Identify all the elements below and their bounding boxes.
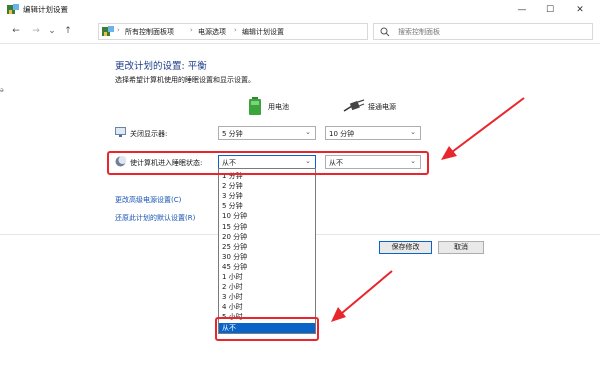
dropdown-option[interactable]: 4 小时 [219,302,315,312]
battery-column-label: 用电池 [268,103,289,111]
breadcrumb-separator: › [117,26,120,34]
display-off-battery-value: 5 分钟 [222,130,243,138]
dropdown-option[interactable]: 2 分钟 [219,181,315,191]
maximize-button[interactable]: ☐ [536,2,564,18]
dropdown-option[interactable]: 5 分钟 [219,201,315,211]
annotation-arrow-line [451,97,525,153]
plugged-in-column-label: 接通电源 [368,103,396,111]
navigation-bar: ← → ⌄ ↑ › 所有控制面板项 › 电源选项 › 编辑计划设置 ⌄ ↻ 搜索… [0,20,600,44]
title-bar: 编辑计划设置 — ☐ ✕ [0,0,600,20]
breadcrumb-all-control-panel-items[interactable]: 所有控制面板项 [125,27,174,37]
advanced-power-settings-link[interactable]: 更改高级电源设置(C) [115,195,181,205]
chevron-down-icon: ⌄ [410,128,416,136]
breadcrumb-separator: › [190,26,193,34]
display-off-battery-select[interactable]: 5 分钟 ⌄ [218,126,316,140]
up-arrow-icon[interactable]: ↑ [62,25,74,37]
back-arrow-icon[interactable]: ← [10,25,22,37]
minimize-button[interactable]: — [508,2,536,18]
window-title: 编辑计划设置 [23,5,68,14]
dropdown-option[interactable]: 30 分钟 [219,252,315,262]
breadcrumb-separator: › [234,26,237,34]
highlight-box-never-option [215,317,319,341]
power-options-icon [7,4,19,14]
search-box[interactable]: 搜索控制面板 [373,23,593,40]
dropdown-option[interactable]: 1 小时 [219,272,315,282]
dropdown-option[interactable]: 25 分钟 [219,242,315,252]
display-off-plugged-select[interactable]: 10 分钟 ⌄ [325,126,421,140]
dropdown-option[interactable]: 3 小时 [219,292,315,302]
forward-arrow-icon[interactable]: → [30,25,42,37]
display-off-label: 关闭显示器: [130,130,168,138]
annotation-arrow-head [331,307,346,322]
page-title: 更改计划的设置: 平衡 [115,61,207,72]
breadcrumb-power-options[interactable]: 电源选项 [198,27,226,37]
annotation-arrow-head [441,146,457,160]
breadcrumb-edit-plan-settings[interactable]: 编辑计划设置 [242,27,284,37]
control-panel-icon [102,26,114,36]
recent-locations-chevron-icon[interactable]: ⌄ [46,25,58,37]
power-plug-icon [343,99,365,112]
chevron-down-icon: ⌄ [305,128,311,136]
restore-defaults-link[interactable]: 还原此计划的默认设置(R) [115,213,195,223]
monitor-icon [115,127,126,137]
highlight-box-sleep-row [107,151,429,175]
save-changes-button[interactable]: 保存修改 [379,241,432,254]
display-off-plugged-value: 10 分钟 [329,130,355,138]
search-placeholder: 搜索控制面板 [398,28,440,36]
close-button[interactable]: ✕ [566,2,594,18]
annotation-arrow-line [341,270,393,314]
dropdown-option[interactable]: 45 分钟 [219,262,315,272]
battery-icon [249,97,261,115]
cancel-button[interactable]: 取消 [438,241,484,254]
sleep-battery-dropdown-list[interactable]: 1 分钟 2 分钟 3 分钟 5 分钟 10 分钟 15 分钟 20 分钟 25 分钟 30 分… [218,168,316,334]
dropdown-option[interactable]: 10 分钟 [219,211,315,221]
side-mark: ə [0,87,4,94]
page-subtitle: 选择希望计算机使用的睡眠设置和显示设置。 [115,76,255,84]
dropdown-option[interactable]: 2 小时 [219,282,315,292]
search-icon [380,27,390,37]
address-bar[interactable]: › 所有控制面板项 › 电源选项 › 编辑计划设置 ⌄ ↻ [98,23,458,40]
dropdown-option[interactable]: 3 分钟 [219,191,315,201]
dropdown-option[interactable]: 15 分钟 [219,222,315,232]
dropdown-option[interactable]: 20 分钟 [219,232,315,242]
